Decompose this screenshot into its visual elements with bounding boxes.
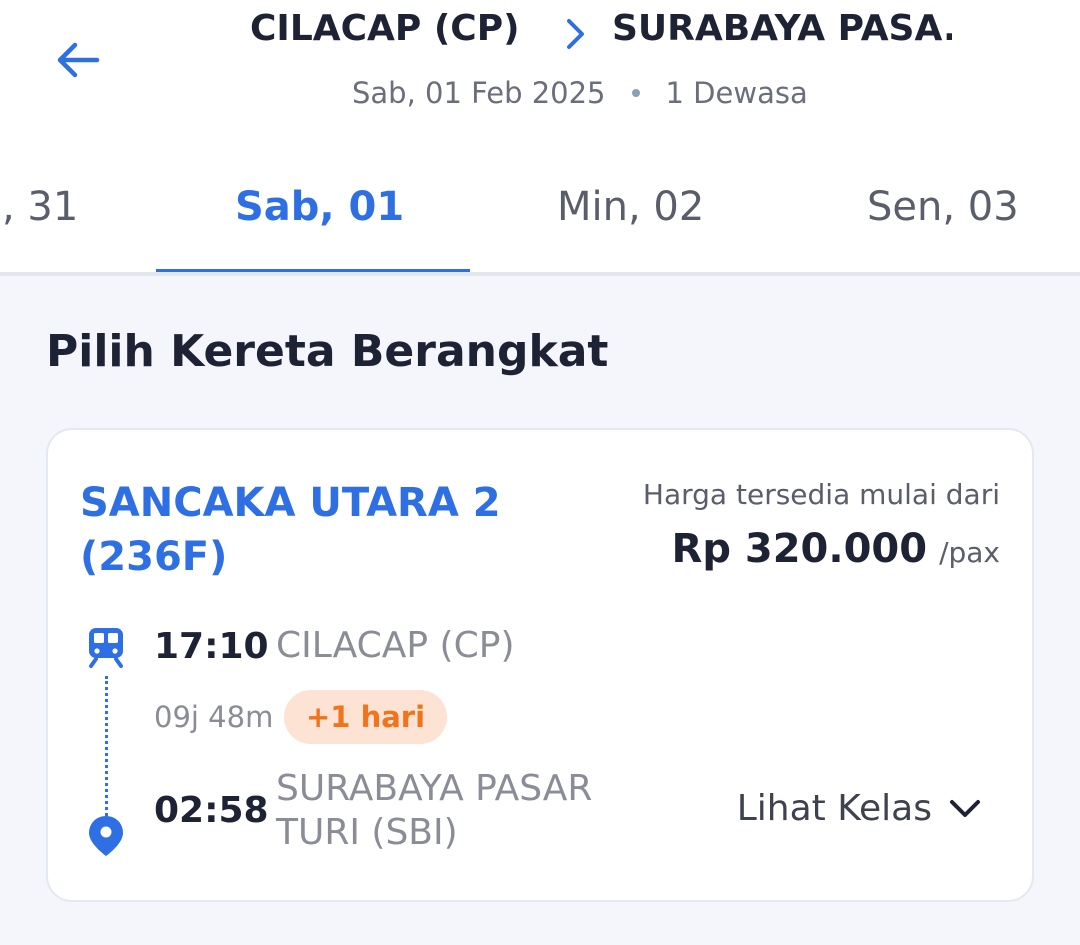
separator-dot: [631, 89, 640, 97]
see-class-label: Lihat Kelas: [736, 788, 932, 829]
section-title: Pilih Kereta Berangkat: [46, 326, 609, 377]
departure-station: CILACAP (CP): [276, 625, 515, 666]
header-divider: [0, 272, 1080, 276]
price-row: Rp 320.000 /pax: [672, 526, 1000, 572]
tab-date-03[interactable]: Sen, 03: [867, 184, 1019, 230]
trip-summary: Sab, 01 Feb 2025 1 Dewasa: [352, 76, 808, 110]
arrival-station: SURABAYA PASAR TURI (SBI): [276, 768, 593, 853]
price-unit: /pax: [939, 536, 1000, 569]
see-class-button[interactable]: Lihat Kelas: [737, 788, 982, 829]
chevron-down-icon: [950, 799, 980, 817]
train-icon: [89, 628, 123, 668]
next-day-badge: +1 hari: [284, 690, 448, 744]
trip-duration: 09j 48m: [154, 700, 274, 734]
tab-date-01[interactable]: Sab, 01: [235, 184, 404, 230]
tab-date-02[interactable]: Min, 02: [557, 184, 704, 230]
passenger-count: 1 Dewasa: [665, 76, 808, 110]
price-label: Harga tersedia mulai dari: [642, 478, 1000, 511]
location-pin-icon: [89, 816, 123, 856]
tab-date-31[interactable]: , 31: [2, 184, 78, 230]
train-card[interactable]: SANCAKA UTARA 2 (236F) Harga tersedia mu…: [46, 428, 1034, 902]
destination-station: SURABAYA PASA...: [612, 8, 952, 49]
price-value: Rp 320.000: [671, 526, 928, 572]
top-header: CILACAP (CP) SURABAYA PASA... Sab, 01 Fe…: [0, 0, 1080, 275]
travel-date: Sab, 01 Feb 2025: [352, 76, 606, 110]
date-tabs: , 31 Sab, 01 Min, 02 Sen, 03: [0, 170, 1080, 275]
route-title: CILACAP (CP) SURABAYA PASA...: [0, 8, 1080, 58]
origin-station: CILACAP (CP): [250, 8, 520, 49]
train-name: SANCAKA UTARA 2 (236F): [80, 480, 501, 580]
arrival-time: 02:58: [154, 790, 269, 831]
route-line: [105, 676, 108, 816]
chevron-right-icon: [567, 19, 584, 49]
departure-time: 17:10: [154, 626, 269, 667]
